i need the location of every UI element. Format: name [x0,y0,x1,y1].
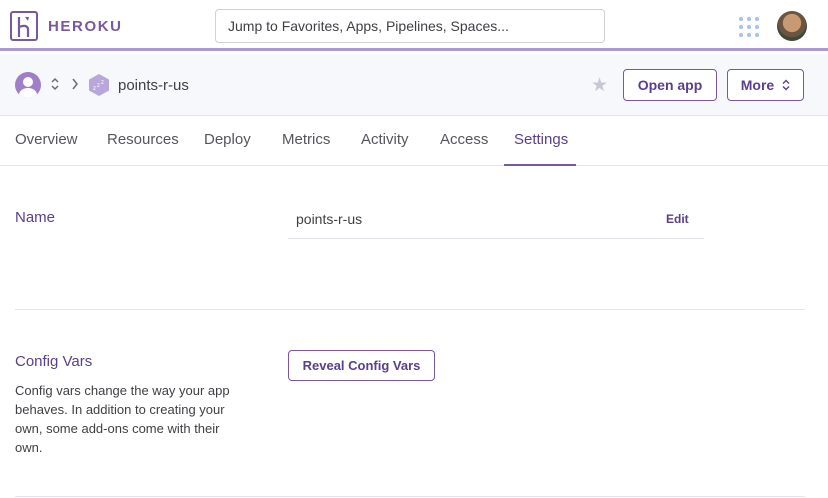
user-avatar-icon[interactable] [15,72,41,98]
top-navigation-bar: HEROKU [0,0,828,51]
section-divider [15,309,805,310]
tab-access[interactable]: Access [440,131,488,148]
brand-name[interactable]: HEROKU [48,18,123,35]
reveal-config-vars-button[interactable]: Reveal Config Vars [288,350,435,381]
tab-deploy[interactable]: Deploy [204,131,251,148]
svg-text:z: z [97,83,100,89]
user-avatar[interactable] [777,11,807,41]
tab-metrics[interactable]: Metrics [282,131,330,148]
open-app-button[interactable]: Open app [623,69,717,101]
app-name[interactable]: points-r-us [118,77,189,94]
up-down-chevron-icon[interactable] [50,76,60,92]
divider [288,238,704,239]
apps-grid-icon[interactable] [739,17,759,37]
config-vars-description: Config vars change the way your app beha… [15,383,230,455]
search-input[interactable] [215,9,605,43]
heroku-logo-icon[interactable] [10,11,38,41]
chevron-right-icon [70,76,80,96]
section-divider [15,496,805,497]
name-section-title: Name [15,209,56,226]
tab-resources[interactable]: Resources [107,131,179,148]
up-down-chevron-icon [782,79,790,91]
tab-activity[interactable]: Activity [361,131,409,148]
reveal-config-vars-label: Reveal Config Vars [302,358,421,373]
more-button[interactable]: More [727,69,804,101]
active-tab-indicator [504,164,576,166]
open-app-label: Open app [637,77,703,93]
tab-settings[interactable]: Settings [514,131,568,148]
app-name-value: points-r-us [296,211,363,227]
config-vars-section-title: Config Vars [15,353,93,370]
more-label: More [740,77,775,93]
tab-overview[interactable]: Overview [15,131,78,148]
svg-text:z: z [101,80,104,86]
edit-name-button[interactable]: Edit [666,212,689,226]
app-tabs: Overview Resources Deploy Metrics Activi… [0,116,828,166]
star-icon[interactable]: ★ [591,74,608,97]
sleeping-app-hexagon-icon: z z z [88,73,110,97]
svg-text:z: z [93,86,96,92]
